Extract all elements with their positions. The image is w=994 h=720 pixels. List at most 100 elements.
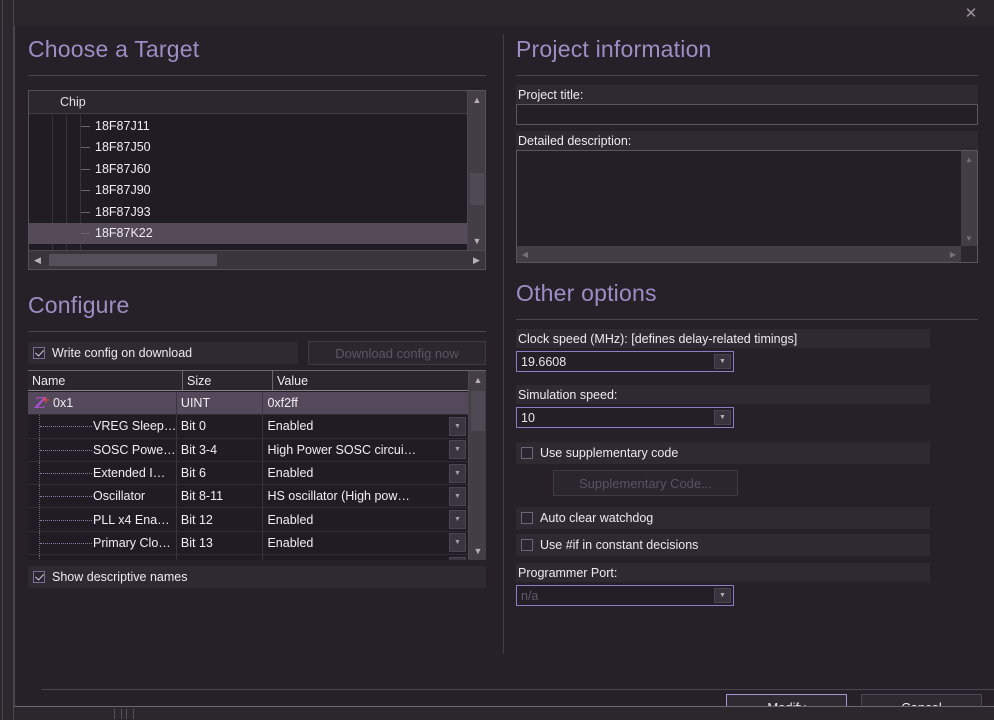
- scroll-down-icon[interactable]: ▼: [468, 232, 485, 250]
- tree-scroll-thumb[interactable]: [470, 173, 484, 205]
- show-descriptive-names-row[interactable]: Show descriptive names: [28, 566, 486, 588]
- config-row[interactable]: Z +0x1 UINT 0xf2ff: [28, 392, 468, 416]
- config-name-label: PLL x4 Ena…: [93, 512, 170, 527]
- config-table[interactable]: Name Size Value Z +0x1 UINT 0xf2ff VREG Slee…: [28, 370, 486, 560]
- write-config-checkbox[interactable]: [33, 347, 45, 359]
- simulation-speed-combobox[interactable]: 10 ▼: [516, 407, 734, 428]
- config-scroll-up-icon[interactable]: ▲: [469, 371, 486, 389]
- programmer-port-combobox[interactable]: n/a ▼: [516, 585, 734, 606]
- tree-item-18f87j11[interactable]: 18F87J11: [29, 115, 467, 137]
- tree-branch-icon: [81, 190, 90, 192]
- config-name-label: Fail-Safe Clo…: [93, 559, 176, 560]
- scroll-right-icon[interactable]: ▶: [468, 251, 485, 269]
- config-value-label: HS oscillator (High pow…: [267, 489, 410, 504]
- config-name-label: SOSC Powe…: [93, 442, 176, 457]
- tree-branch-icon: [81, 233, 90, 235]
- config-name-label: Oscillator: [93, 489, 146, 504]
- config-branch-icon: [40, 426, 92, 428]
- use-supplementary-code-checkbox[interactable]: [521, 447, 533, 459]
- tree-item-label: 18F87J11: [95, 118, 150, 133]
- tree-hscroll-thumb[interactable]: [49, 254, 217, 266]
- use-if-constant-checkbox[interactable]: [521, 539, 533, 551]
- tree-column-header: Chip: [29, 91, 485, 114]
- description-scroll-left-icon[interactable]: ◀: [517, 246, 533, 262]
- show-descriptive-names-checkbox[interactable]: [33, 571, 45, 583]
- config-table-rows: Z +0x1 UINT 0xf2ff VREG Sleep… Bit 0 Enabled ▼ S…: [28, 392, 468, 560]
- config-row[interactable]: SOSC Powe… Bit 3-4 High Power SOSC circui……: [28, 438, 468, 462]
- tree-item-18f87j50[interactable]: 18F87J50: [29, 137, 467, 159]
- chip-tree-list[interactable]: Chip 18F87J11 18F87J50 18F87J60 18F87J90 18F…: [28, 90, 486, 270]
- title-bar: ✕: [14, 0, 994, 26]
- tree-item-label: 18F87J90: [95, 183, 151, 198]
- chevron-down-icon[interactable]: ▼: [449, 533, 466, 553]
- chevron-down-icon[interactable]: ▼: [449, 556, 466, 560]
- config-row[interactable]: Extended I… Bit 6 Enabled ▼: [28, 461, 468, 486]
- programmer-port-value: n/a: [521, 588, 539, 603]
- tree-branch-icon: [81, 211, 90, 213]
- project-title-input[interactable]: [516, 104, 978, 125]
- chevron-down-icon[interactable]: ▼: [449, 440, 466, 460]
- tree-item-18f87j93[interactable]: 18F87J93: [29, 201, 467, 223]
- detailed-description-box[interactable]: ▲ ▼ ◀ ▶: [516, 150, 978, 263]
- clock-speed-label: Clock speed (MHz): [defines delay-relate…: [516, 329, 930, 348]
- description-horizontal-scrollbar[interactable]: ◀ ▶: [517, 246, 977, 262]
- config-row[interactable]: PLL x4 Ena… Bit 12 Enabled ▼: [28, 508, 468, 532]
- config-cell-size: UINT: [177, 392, 264, 415]
- config-cell-value: High Power SOSC circui… ▼: [263, 439, 468, 461]
- config-row[interactable]: Oscillator Bit 8-11 HS oscillator (High po…: [28, 485, 468, 509]
- close-icon[interactable]: ✕: [954, 0, 988, 26]
- dialog-content: Choose a Target Chip 18F87J11 18F87J50 18F…: [16, 26, 994, 720]
- chevron-down-icon[interactable]: ▼: [714, 588, 731, 603]
- scroll-up-icon[interactable]: ▲: [468, 91, 485, 109]
- tree-vertical-scrollbar[interactable]: ▲ ▼: [467, 91, 485, 250]
- description-vertical-scrollbar[interactable]: ▲ ▼: [961, 151, 977, 246]
- download-config-button[interactable]: Download config now: [308, 341, 486, 365]
- config-value-label: Enabled: [267, 559, 449, 560]
- config-name-label: Primary Clo…: [93, 535, 171, 550]
- tree-branch-icon: [81, 168, 90, 170]
- chevron-down-icon[interactable]: ▼: [449, 510, 466, 530]
- background-window-strip: [0, 0, 14, 720]
- config-scroll-down-icon[interactable]: ▼: [469, 542, 486, 560]
- tree-branch-icon: [81, 125, 90, 127]
- config-row[interactable]: Primary Clo… Bit 13 Enabled ▼: [28, 531, 468, 556]
- config-cell-name: Fail-Safe Clo…: [28, 555, 177, 560]
- supplementary-code-button[interactable]: Supplementary Code...: [553, 470, 738, 496]
- use-if-constant-row[interactable]: Use #if in constant decisions: [516, 534, 930, 556]
- chevron-down-icon[interactable]: ▼: [449, 463, 466, 483]
- config-row[interactable]: Fail-Safe Clo…Bit 14Enabled▼: [28, 555, 468, 560]
- config-cell-size: Bit 12: [177, 508, 264, 531]
- description-scroll-right-icon[interactable]: ▶: [945, 246, 961, 262]
- tree-item-18f87j60[interactable]: 18F87J60: [29, 158, 467, 180]
- configure-heading: Configure: [28, 292, 130, 318]
- description-scroll-down-icon[interactable]: ▼: [961, 230, 977, 246]
- config-cell-value: Enabled ▼: [263, 532, 468, 554]
- use-supplementary-code-row[interactable]: Use supplementary code: [516, 442, 930, 464]
- tree-item-18f87j90[interactable]: 18F87J90: [29, 180, 467, 202]
- chevron-down-icon[interactable]: ▼: [449, 416, 466, 436]
- description-scroll-corner: [961, 246, 977, 262]
- auto-clear-watchdog-row[interactable]: Auto clear watchdog: [516, 507, 930, 529]
- config-vertical-scrollbar[interactable]: ▲ ▼: [468, 371, 486, 560]
- project-title-label: Project title:: [516, 85, 978, 104]
- chevron-down-icon[interactable]: ▼: [714, 410, 731, 425]
- chevron-down-icon[interactable]: ▼: [449, 486, 466, 506]
- chevron-down-icon[interactable]: ▼: [714, 354, 731, 369]
- tree-item-18f87k22[interactable]: 18F87K22: [29, 222, 467, 244]
- other-options-rule: [516, 319, 978, 320]
- auto-clear-watchdog-checkbox[interactable]: [521, 512, 533, 524]
- config-branch-icon: [40, 519, 92, 521]
- config-cell-size: Bit 6: [177, 461, 264, 485]
- scroll-left-icon[interactable]: ◀: [29, 251, 46, 269]
- config-row[interactable]: VREG Sleep… Bit 0 Enabled ▼: [28, 415, 468, 439]
- use-if-constant-label: Use #if in constant decisions: [540, 538, 699, 552]
- config-branch-icon: [40, 496, 92, 498]
- config-cell-size: Bit 8-11: [177, 485, 264, 508]
- config-value-label: High Power SOSC circui…: [267, 442, 417, 457]
- clock-speed-combobox[interactable]: 19.6608 ▼: [516, 351, 734, 372]
- config-scroll-thumb[interactable]: [471, 391, 485, 431]
- write-config-checkbox-row[interactable]: Write config on download: [28, 342, 298, 364]
- config-cell-size: Bit 14: [177, 555, 264, 560]
- description-scroll-up-icon[interactable]: ▲: [961, 151, 977, 167]
- tree-horizontal-scrollbar[interactable]: ◀ ▶: [29, 250, 485, 269]
